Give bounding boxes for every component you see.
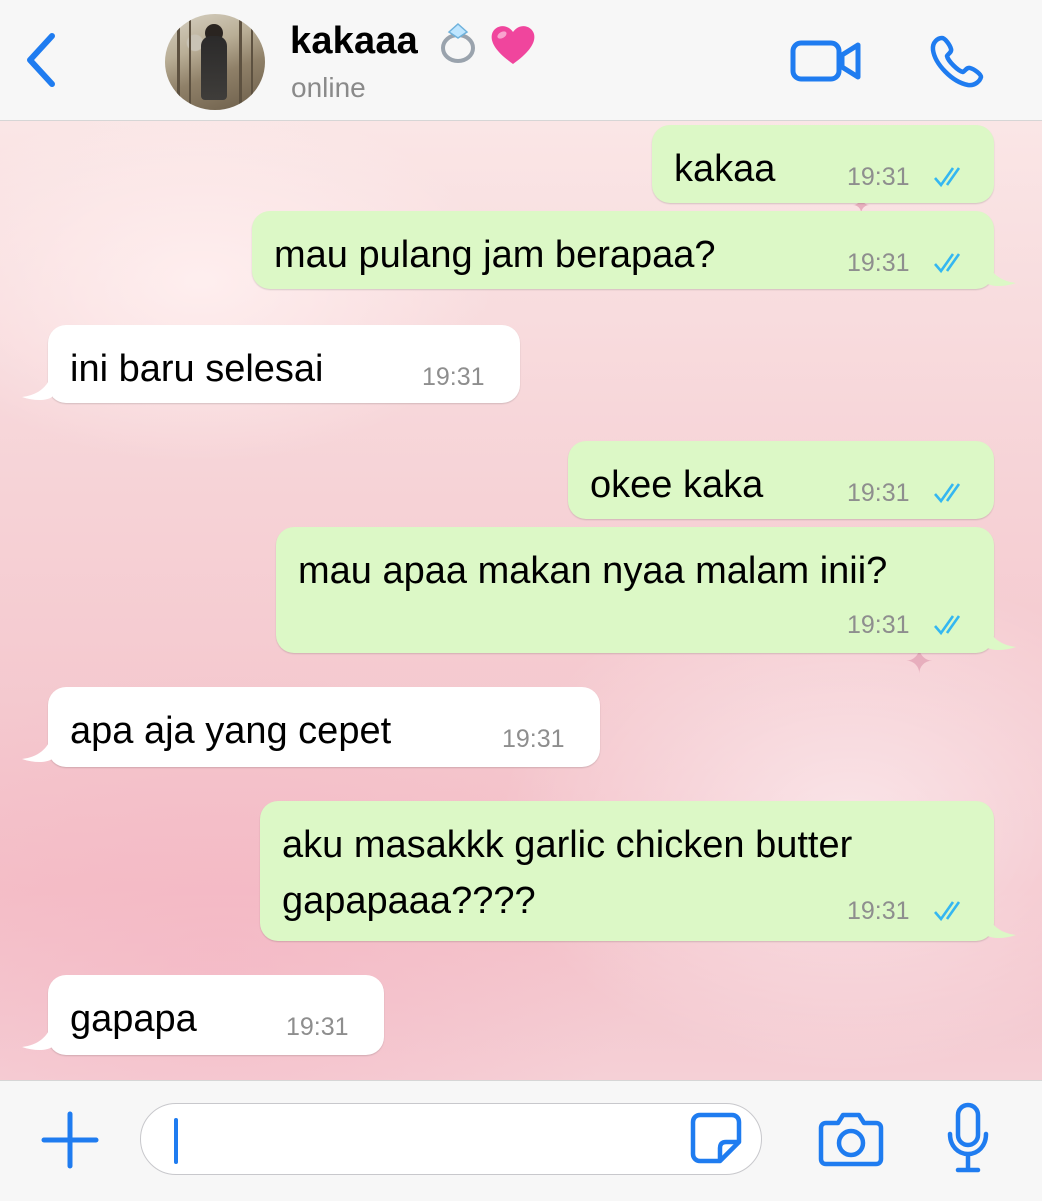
message-time: 19:31: [502, 725, 565, 753]
message-time: 19:31: [847, 897, 910, 925]
message-text: kakaa: [674, 148, 776, 190]
message-text-line1: aku masakkk garlic chicken butter: [282, 824, 853, 866]
message-text: okee kaka: [590, 464, 764, 506]
text-cursor: [174, 1118, 178, 1164]
contact-name[interactable]: kakaaa: [290, 20, 535, 65]
read-ticks-icon: [934, 253, 961, 274]
message-bubble-outgoing[interactable]: aku masakkk garlic chicken butter gapapa…: [260, 801, 994, 941]
message-bubble-incoming[interactable]: ini baru selesai 19:31: [48, 325, 520, 403]
message-time: 19:31: [847, 249, 910, 277]
message-bubble-outgoing[interactable]: mau apaa makan nyaa malam inii? 19:31: [276, 527, 994, 653]
message-bubble-outgoing[interactable]: okee kaka 19:31: [568, 441, 994, 519]
ring-emoji-icon: [441, 22, 475, 63]
video-camera-icon[interactable]: [790, 38, 862, 84]
message-input[interactable]: [171, 1114, 675, 1166]
heart-emoji-icon: [491, 26, 535, 65]
read-ticks-icon: [934, 483, 961, 504]
bubble-tail: [986, 623, 1016, 650]
contact-status: online: [291, 72, 366, 103]
message-text: ini baru selesai: [70, 348, 324, 390]
chat-header: kakaaa online: [0, 0, 1042, 121]
message-text: gapapa: [70, 998, 197, 1040]
contact-name-text: kakaaa: [290, 20, 419, 62]
message-text-line2: gapapaaa????: [282, 880, 536, 922]
phone-icon[interactable]: [928, 34, 986, 90]
read-ticks-icon: [934, 901, 961, 922]
plus-icon[interactable]: [40, 1110, 100, 1170]
message-bubble-outgoing[interactable]: kakaa 19:31: [652, 125, 994, 203]
message-bubble-outgoing[interactable]: mau pulang jam berapaa? 19:31: [252, 211, 994, 289]
bubble-tail: [986, 911, 1016, 938]
message-time: 19:31: [422, 363, 485, 391]
message-text: mau apaa makan nyaa malam inii?: [298, 550, 888, 592]
message-time: 19:31: [847, 611, 910, 639]
message-text: apa aja yang cepet: [70, 710, 392, 752]
microphone-icon[interactable]: [946, 1102, 990, 1176]
bubble-tail: [22, 1023, 52, 1050]
bubble-tail: [22, 373, 52, 400]
read-ticks-icon: [934, 167, 961, 188]
bubble-tail: [22, 735, 52, 762]
bubble-tail: [986, 259, 1016, 286]
chat-area[interactable]: ✦ ✦ kakaa 19:31 mau pulang jam berapaa? …: [0, 121, 1042, 1080]
message-bubble-incoming[interactable]: apa aja yang cepet 19:31: [48, 687, 600, 767]
message-time: 19:31: [286, 1013, 349, 1041]
message-text-field[interactable]: [140, 1103, 762, 1175]
message-time: 19:31: [847, 479, 910, 507]
avatar[interactable]: [165, 14, 265, 110]
read-ticks-icon: [934, 615, 961, 636]
message-bubble-incoming[interactable]: gapapa 19:31: [48, 975, 384, 1055]
chevron-left-icon[interactable]: [22, 30, 62, 90]
message-time: 19:31: [847, 163, 910, 191]
sticker-icon[interactable]: [690, 1112, 742, 1164]
camera-icon[interactable]: [818, 1111, 884, 1167]
message-text: mau pulang jam berapaa?: [274, 234, 716, 276]
